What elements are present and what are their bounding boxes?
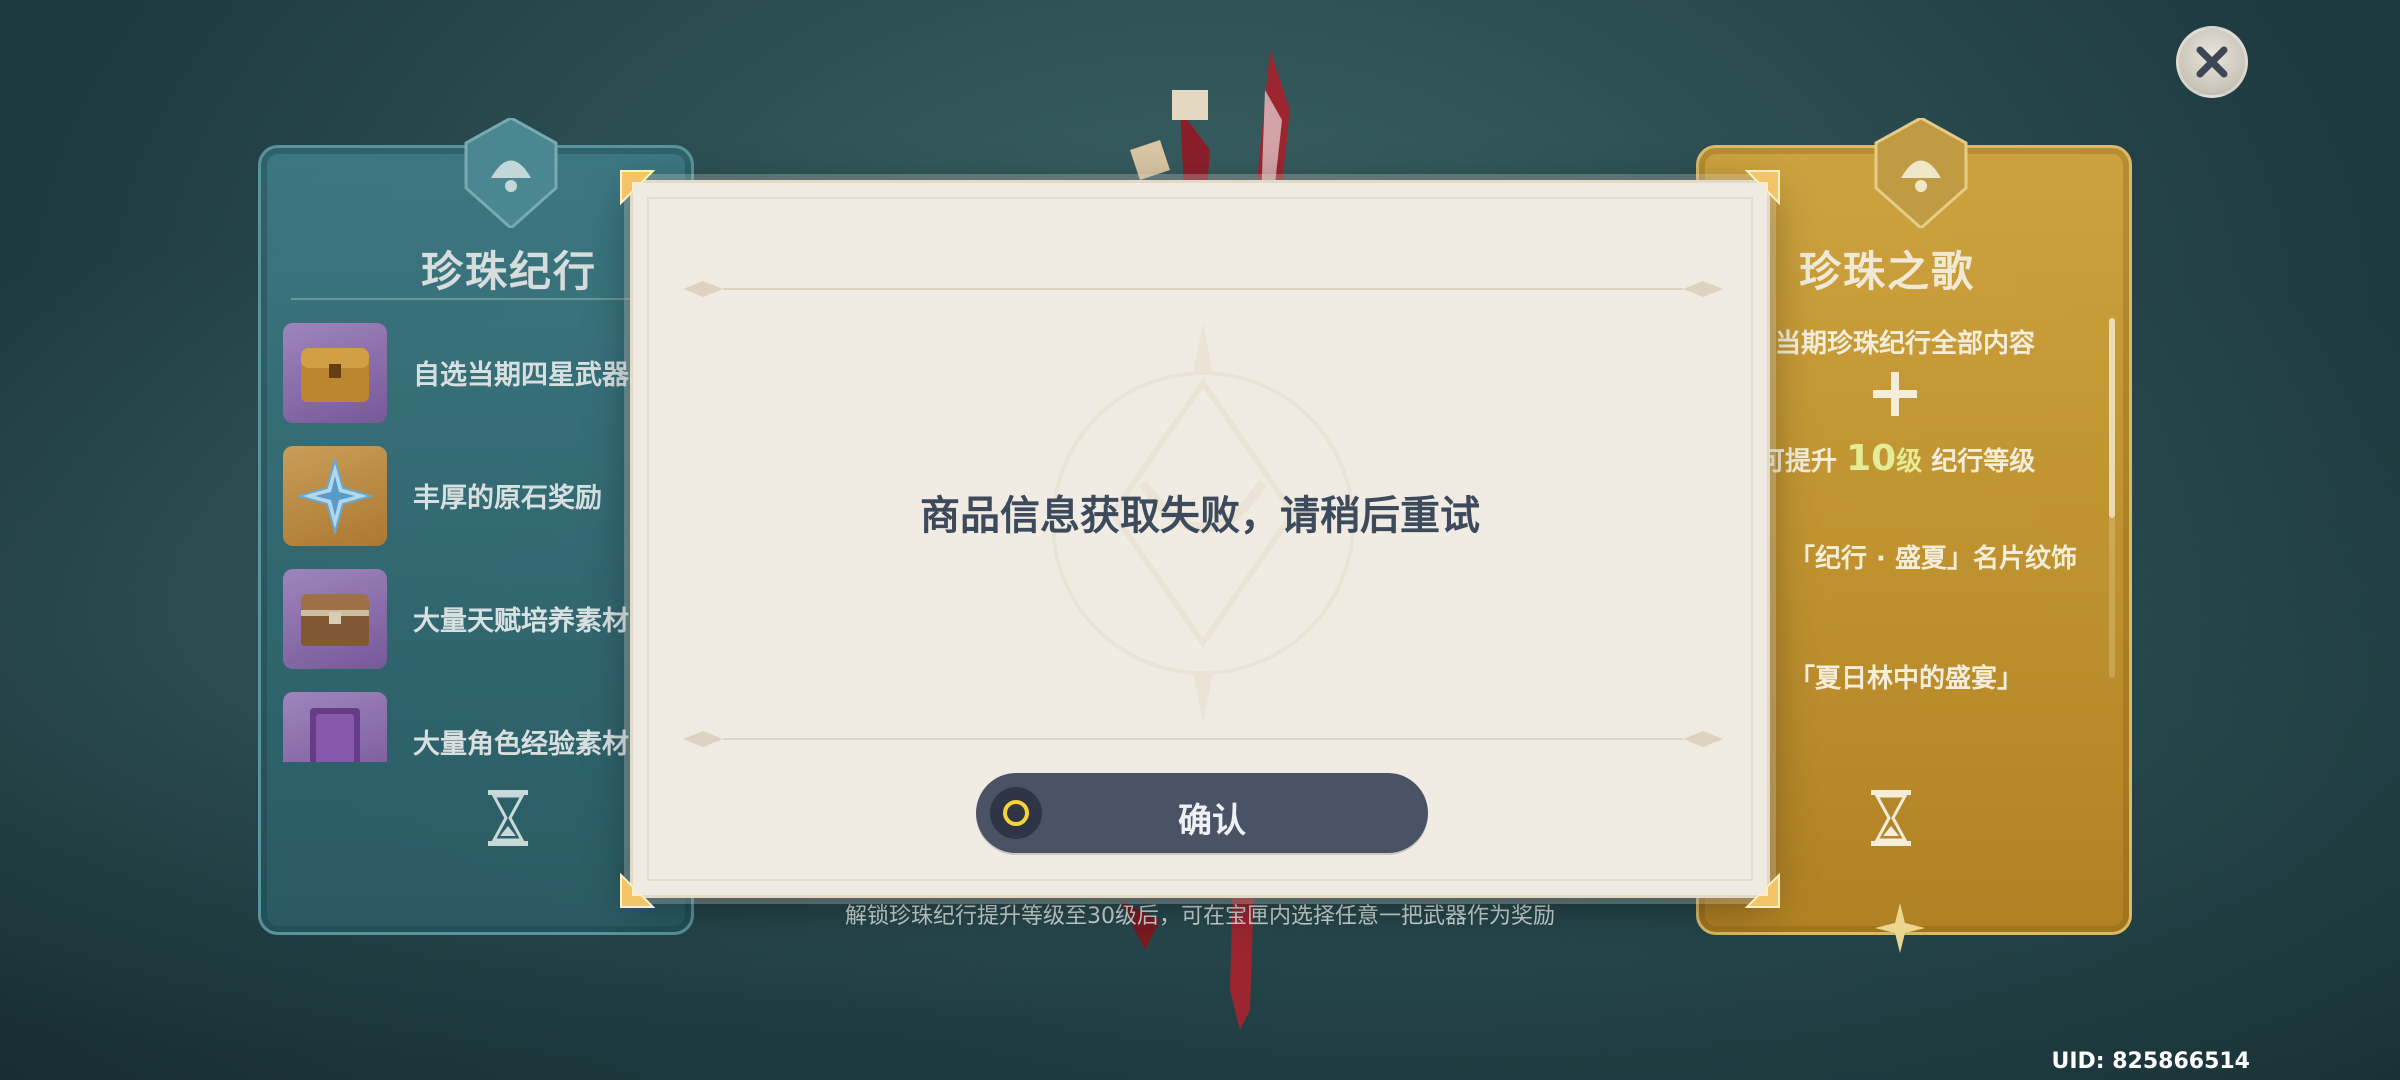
hourglass-icon [488,790,528,846]
level-number: 10 [1846,438,1897,479]
divider [291,298,671,300]
shell-crest-icon [1874,118,1968,228]
exp-book-icon [283,692,387,762]
corner-ornament-icon [620,170,656,206]
benefit-text: 「纪行 · 盛夏」名片纹饰 [1789,544,2077,574]
shell-crest-icon [464,118,558,228]
confirm-label: 确认 [1178,801,1246,841]
weapon-caption: 解锁珍珠纪行提升等级至30级后，可在宝匣内选择任意一把武器作为奖励 [845,904,1555,929]
error-message: 商品信息获取失败，请稍后重试 [920,493,1480,539]
level-suffix: 纪行等级 [1931,447,2036,477]
treasure-chest-icon [283,569,387,669]
ornament-divider [683,281,1723,297]
level-prefix: 可提升 [1759,447,1838,477]
corner-ornament-icon [620,872,656,908]
level-unit: 级 [1896,447,1923,477]
reward-label: 丰厚的原石奖励 [413,483,602,514]
hourglass-icon [1871,790,1911,846]
close-button[interactable] [2176,26,2248,98]
pearl-journey-card[interactable]: 珍珠纪行 自选当期四星武器 丰厚的原石奖励 大量天赋培养素材 大量角色经验素材 [258,118,694,935]
card-title: 珍珠纪行 [421,247,598,296]
benefit-text: 当期珍珠纪行全部内容 [1775,329,2036,359]
scrollbar-thumb[interactable] [2109,318,2115,518]
corner-ornament-icon [1744,872,1780,908]
benefit-text: 「夏日林中的盛宴」 [1789,664,2024,694]
sparkle-icon [1875,903,1925,953]
weapon-chest-icon [283,323,387,423]
error-dialog: 商品信息获取失败，请稍后重试 确认 [620,170,1780,908]
close-icon [2196,46,2228,78]
card-title: 珍珠之歌 [1799,247,1976,296]
uid-label: UID: 825866514 [2051,1049,2250,1074]
scrollbar[interactable] [2109,318,2115,678]
reward-label: 自选当期四星武器 [413,360,629,391]
plus-icon [1873,372,1917,416]
reward-label: 大量角色经验素材 [413,729,629,760]
benefit-text: 可提升 10级 纪行等级 [1759,438,2035,479]
corner-ornament-icon [1744,170,1780,206]
primogem-icon [283,446,387,546]
reward-label: 大量天赋培养素材 [413,606,629,637]
confirm-button[interactable]: 确认 [976,773,1428,853]
